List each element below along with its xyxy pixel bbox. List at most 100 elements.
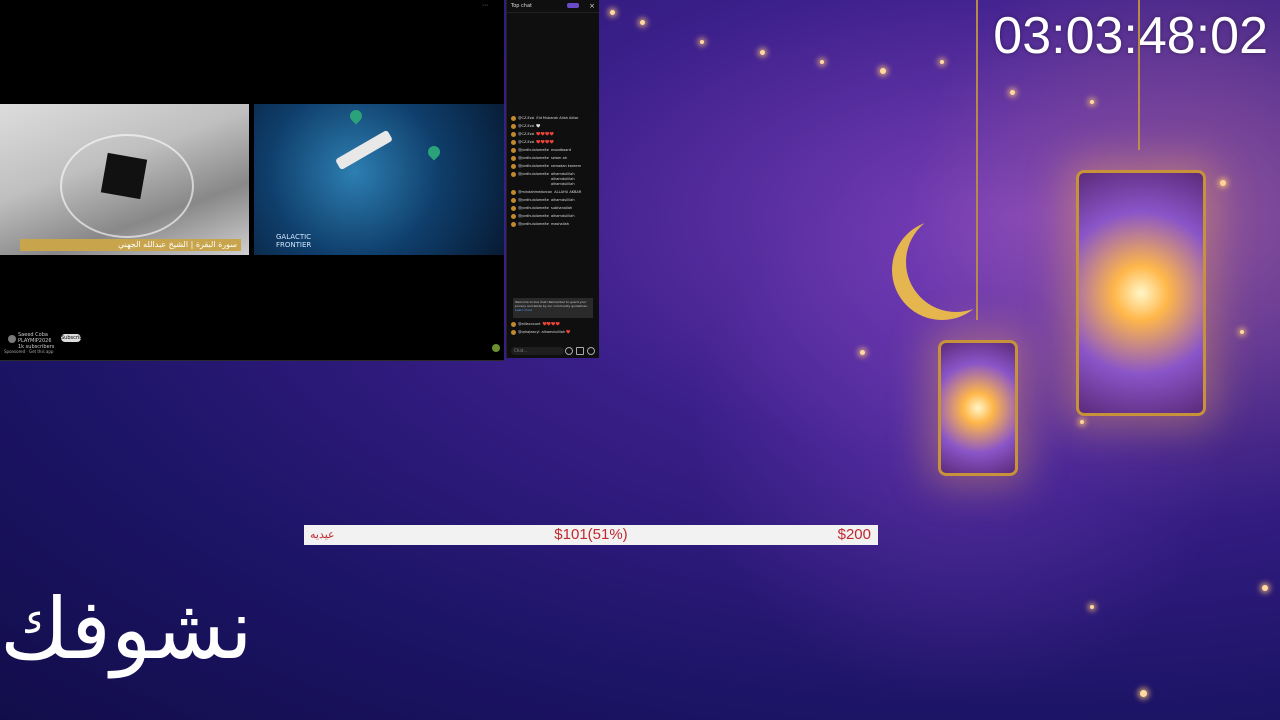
channel-info: Saeed Coba PLAYMIP2026 1k subscribers bbox=[18, 332, 54, 350]
chat-username[interactable]: @jordhulolomelte bbox=[518, 214, 549, 219]
chat-text: mashallah bbox=[550, 222, 570, 226]
countdown-timer: 03:03:48:02 bbox=[993, 7, 1268, 65]
chat-message: @alilaccount ❤️❤️❤️❤️ bbox=[511, 322, 595, 327]
chat-text: Eid Mubarak Allah Aktar bbox=[536, 116, 579, 120]
kaaba bbox=[100, 152, 148, 200]
members-badge[interactable] bbox=[567, 3, 579, 8]
donation-goal-bar: عيديه $101(51%) $200 bbox=[304, 525, 878, 545]
video-space-game[interactable]: GALACTIC FRONTIER bbox=[254, 104, 504, 255]
chat-avatar[interactable] bbox=[511, 124, 516, 129]
chat-text: 🤍 bbox=[536, 124, 541, 128]
chat-username[interactable]: @qrkajeacyl bbox=[518, 330, 540, 335]
chat-avatar[interactable] bbox=[511, 164, 516, 169]
chat-avatar[interactable] bbox=[511, 206, 516, 211]
star-decor bbox=[1080, 420, 1084, 424]
chat-notice: Welcome to live chat! Remember to guard … bbox=[513, 298, 593, 318]
chat-notice-link[interactable]: Learn more bbox=[515, 308, 591, 312]
map-pin-icon bbox=[425, 143, 443, 161]
chat-message: @CZ-Ezsl ❤️❤️❤️❤️ bbox=[511, 132, 595, 137]
chat-username[interactable]: @jordhulolomelte bbox=[518, 156, 549, 161]
chat-messages: @CZ-Ezsl Eid Mubarak Allah Aktar @CZ-Ezsl 🤍… bbox=[511, 116, 595, 230]
app-icon[interactable] bbox=[492, 344, 500, 352]
chat-avatar[interactable] bbox=[511, 322, 516, 327]
chat-avatar[interactable] bbox=[511, 222, 516, 227]
heart-icon[interactable] bbox=[587, 347, 595, 355]
lantern-small-decor bbox=[938, 340, 1018, 476]
chat-avatar[interactable] bbox=[511, 190, 516, 195]
chat-text: moodboard bbox=[550, 148, 571, 152]
crescent-moon-decor bbox=[906, 212, 1006, 312]
chat-avatar[interactable] bbox=[511, 156, 516, 161]
subscribe-button[interactable]: Subscribe bbox=[61, 334, 86, 342]
overlay-arabic-text: نشوفك bbox=[0, 580, 253, 678]
channel-avatar[interactable] bbox=[8, 335, 16, 343]
chat-avatar[interactable] bbox=[511, 172, 516, 177]
chat-text: ramadan kareem bbox=[550, 164, 581, 168]
chat-username[interactable]: @jordhulolomelte bbox=[518, 164, 549, 169]
super-chat-icon[interactable] bbox=[576, 347, 584, 355]
star-decor bbox=[1090, 100, 1094, 104]
close-chat-icon[interactable]: × bbox=[589, 0, 595, 12]
chat-text: alhamdulillah bbox=[550, 214, 575, 218]
chat-text: alhamdulillah ❤️ bbox=[541, 330, 571, 334]
chat-message: @jordhulolomelte selam ah bbox=[511, 156, 595, 161]
star-decor bbox=[940, 60, 944, 64]
chat-message: @jordhulolomelte alhamdulillah bbox=[511, 214, 595, 219]
chat-message: @jordhulolomelte moodboard bbox=[511, 148, 595, 153]
chat-username[interactable]: @jordhulolomelte bbox=[518, 172, 549, 187]
chat-text: alhamdulillah bbox=[550, 198, 575, 202]
chat-text: ❤️❤️❤️❤️ bbox=[542, 322, 560, 326]
chat-message: @CZ-Ezsl Eid Mubarak Allah Aktar bbox=[511, 116, 595, 121]
chat-username[interactable]: @CZ-Ezsl bbox=[518, 132, 534, 137]
lantern-rope bbox=[976, 0, 978, 320]
live-chat-panel: Top chat × @CZ-Ezsl Eid Mubarak Allah Akt… bbox=[506, 0, 599, 358]
chat-message: @jordhulolomelte subhanallah bbox=[511, 206, 595, 211]
chat-text: ❤️❤️❤️❤️ bbox=[536, 132, 554, 136]
star-decor bbox=[1090, 605, 1094, 609]
lantern-large-decor bbox=[1076, 170, 1206, 416]
star-decor bbox=[820, 60, 824, 64]
chat-header: Top chat × bbox=[507, 0, 599, 13]
map-pin-icon bbox=[347, 107, 365, 125]
chat-avatar[interactable] bbox=[511, 198, 516, 203]
stream-player[interactable]: ⋯ سورة البقرة | الشيخ عبدالله الجهني GAL… bbox=[0, 0, 504, 361]
chat-username[interactable]: @jordhulolomelte bbox=[518, 198, 549, 203]
chat-message: @mindahmedorcon ALLAHU AKBAR bbox=[511, 190, 595, 195]
game-title-line2: FRONTIER bbox=[276, 241, 312, 249]
chat-notice-text: Welcome to live chat! Remember to guard … bbox=[515, 300, 588, 308]
chat-username[interactable]: @mindahmedorcon bbox=[518, 190, 552, 195]
chat-input[interactable]: Chat... bbox=[511, 347, 564, 355]
chat-username[interactable]: @alilaccount bbox=[518, 322, 541, 327]
video-mecca-livestream[interactable]: سورة البقرة | الشيخ عبدالله الجهني bbox=[0, 104, 249, 255]
chat-username[interactable]: @CZ-Ezsl bbox=[518, 124, 534, 129]
chat-avatar[interactable] bbox=[511, 132, 516, 137]
emoji-icon[interactable] bbox=[565, 347, 573, 355]
chat-username[interactable]: @CZ-Ezsl bbox=[518, 116, 534, 121]
star-decor bbox=[1220, 180, 1226, 186]
chat-text: selam ah bbox=[550, 156, 567, 160]
chat-username[interactable]: @jordhulolomelte bbox=[518, 222, 549, 227]
chat-text: alhamdulillah alhamdulillah alhamdulilla… bbox=[550, 172, 575, 186]
star-decor bbox=[1240, 330, 1244, 334]
star-decor bbox=[760, 50, 765, 55]
player-menu-icon[interactable]: ⋯ bbox=[482, 2, 488, 9]
chat-text: subhanallah bbox=[550, 206, 573, 210]
chat-username[interactable]: @CZ-Ezsl bbox=[518, 140, 534, 145]
chat-username[interactable]: @jordhulolomelte bbox=[518, 148, 549, 153]
sponsored-label[interactable]: Sponsored · Get this app bbox=[4, 349, 53, 354]
chat-avatar[interactable] bbox=[511, 116, 516, 121]
chat-message: @jordhulolomelte alhamdulillah bbox=[511, 198, 595, 203]
star-decor bbox=[700, 40, 704, 44]
chat-mode-dropdown[interactable]: Top chat bbox=[511, 3, 532, 9]
chat-messages-bottom: @alilaccount ❤️❤️❤️❤️ @qrkajeacyl alhamduli… bbox=[511, 322, 595, 338]
game-title: GALACTIC FRONTIER bbox=[276, 233, 311, 249]
chat-message: @jordhulolomelte ramadan kareem bbox=[511, 164, 595, 169]
chat-message: @CZ-Ezsl 🤍 bbox=[511, 124, 595, 129]
chat-avatar[interactable] bbox=[511, 148, 516, 153]
goal-progress: $101(51%) bbox=[554, 526, 628, 543]
chat-username[interactable]: @jordhulolomelte bbox=[518, 206, 549, 211]
star-decor bbox=[640, 20, 645, 25]
chat-avatar[interactable] bbox=[511, 140, 516, 145]
chat-avatar[interactable] bbox=[511, 214, 516, 219]
chat-avatar[interactable] bbox=[511, 330, 516, 335]
